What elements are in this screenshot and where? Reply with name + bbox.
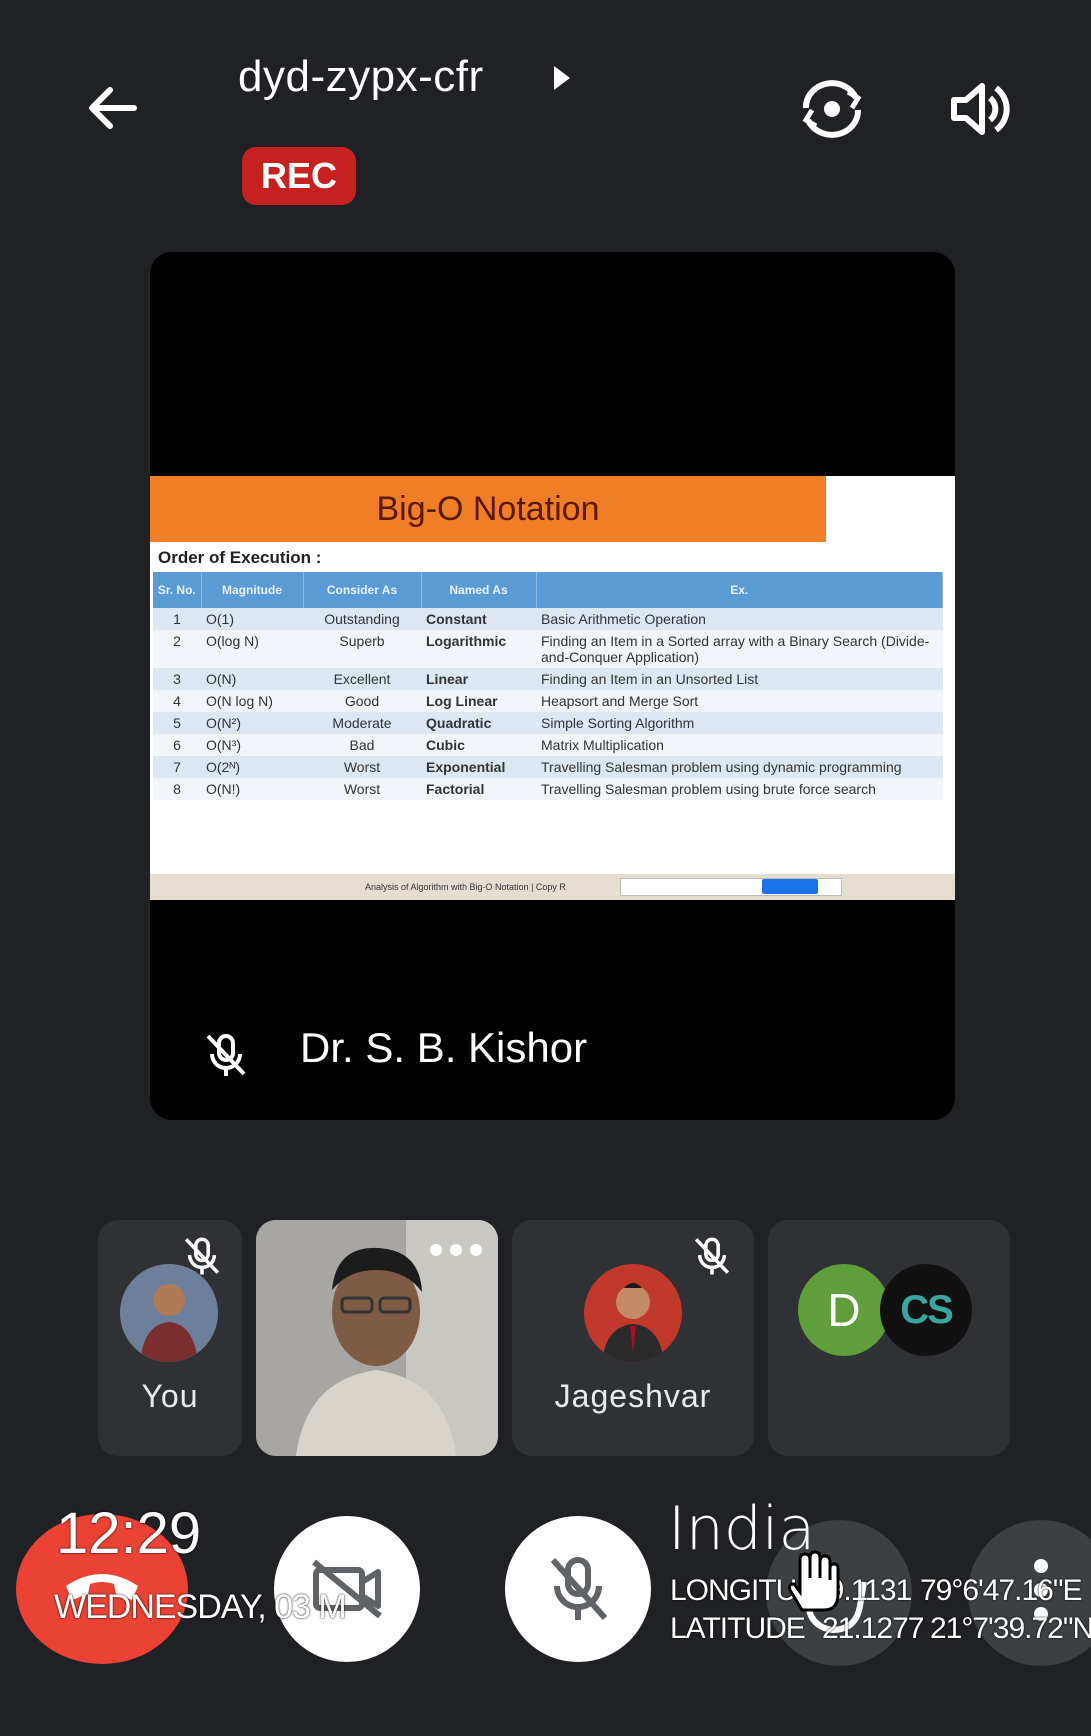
slide-footer-text: Analysis of Algorithm with Big-O Notatio…	[365, 882, 566, 892]
back-arrow-icon[interactable]	[82, 78, 142, 138]
mic-off-icon	[550, 1557, 608, 1621]
presenter-name: Dr. S. B. Kishor	[300, 1024, 588, 1071]
cell: O(N²)	[201, 712, 303, 734]
cell: Finding an Item in a Sorted array with a…	[536, 630, 943, 668]
meeting-code[interactable]: dyd-zypx-cfr	[238, 52, 484, 102]
participant-name: You	[141, 1378, 199, 1414]
cell: Cubic	[421, 734, 536, 756]
cell: Logarithmic	[421, 630, 536, 668]
cell: Worst	[303, 756, 421, 778]
table-row: 2 O(log N) Superb Logarithmic Finding an…	[153, 630, 943, 668]
slide-subtitle: Order of Execution :	[158, 548, 322, 567]
cell: O(N)	[201, 668, 303, 690]
cell: Matrix Multiplication	[536, 734, 943, 756]
cell: Travelling Salesman problem using dynami…	[536, 756, 943, 778]
speaker-icon[interactable]	[948, 80, 1012, 138]
cell: Simple Sorting Algorithm	[536, 712, 943, 734]
play-triangle-icon[interactable]	[548, 60, 576, 96]
avatar	[120, 1264, 218, 1362]
cell: Exponential	[421, 756, 536, 778]
cell: 2	[153, 630, 201, 668]
cell: Factorial	[421, 778, 536, 800]
table-row: 6 O(N³) Bad Cubic Matrix Multiplication	[153, 734, 943, 756]
switch-camera-icon[interactable]	[796, 78, 868, 140]
mic-toggle-button[interactable]	[505, 1516, 651, 1662]
col-sr-no: Sr. No.	[153, 572, 202, 608]
participant-name: Jageshvar	[554, 1378, 712, 1414]
longitude-dms: 79°6'47.16"E	[920, 1574, 1083, 1607]
cell: Constant	[421, 608, 536, 630]
col-consider-as: Consider As	[303, 572, 422, 608]
latitude-dms: 21°7'39.72"N	[930, 1612, 1091, 1645]
cell: 1	[153, 608, 201, 630]
col-magnitude: Magnitude	[201, 572, 304, 608]
cell: 4	[153, 690, 201, 712]
cell: Heapsort and Merge Sort	[536, 690, 943, 712]
cell: 7	[153, 756, 201, 778]
shared-slide: Big-O Notation Order of Execution : Sr. …	[150, 476, 955, 900]
bigo-table: Sr. No. Magnitude Consider As Named As E…	[153, 572, 943, 800]
cell: Travelling Salesman problem using brute …	[536, 778, 943, 800]
cell: O(2ᴺ)	[201, 756, 303, 778]
slide-title: Big-O Notation	[150, 476, 826, 542]
table-row: 8 O(N!) Worst Factorial Travelling Sales…	[153, 778, 943, 800]
cell: Quadratic	[421, 712, 536, 734]
cs-logo-avatar: CS	[880, 1264, 972, 1356]
slide-footer: Analysis of Algorithm with Big-O Notatio…	[150, 874, 955, 900]
cell: O(N³)	[201, 734, 303, 756]
participant-tile-jageshvar[interactable]: Jageshvar	[512, 1220, 754, 1456]
mic-off-icon	[202, 1030, 250, 1080]
cell: Linear	[421, 668, 536, 690]
latitude-label: LATITUDE	[670, 1612, 806, 1645]
cell: 8	[153, 778, 201, 800]
presenter-tile[interactable]: Big-O Notation Order of Execution : Sr. …	[150, 252, 955, 1120]
table-row: 5 O(N²) Moderate Quadratic Simple Sortin…	[153, 712, 943, 734]
cell: Moderate	[303, 712, 421, 734]
participant-video-tile[interactable]	[256, 1220, 498, 1456]
avatar	[584, 1264, 682, 1362]
stop-sharing-button	[762, 879, 818, 894]
table-row: 7 O(2ᴺ) Worst Exponential Travelling Sal…	[153, 756, 943, 778]
cell: Finding an Item in an Unsorted List	[536, 668, 943, 690]
col-named-as: Named As	[421, 572, 537, 608]
cell: O(1)	[201, 608, 303, 630]
overlay-time: 12:29	[56, 1501, 202, 1566]
cell: 3	[153, 668, 201, 690]
cell: O(N!)	[201, 778, 303, 800]
col-example: Ex.	[536, 572, 943, 608]
cell: 5	[153, 712, 201, 734]
overlay-date: WEDNESDAY, 03 M	[54, 1588, 347, 1626]
cell: Good	[303, 690, 421, 712]
table-row: 1 O(1) Outstanding Constant Basic Arithm…	[153, 608, 943, 630]
more-dots-icon[interactable]	[428, 1242, 484, 1258]
participant-tile-you[interactable]: You	[98, 1220, 242, 1456]
cell: Excellent	[303, 668, 421, 690]
cell: Basic Arithmetic Operation	[536, 608, 943, 630]
mic-off-icon	[690, 1234, 734, 1278]
avatar-letter: D	[798, 1264, 890, 1356]
cell: Superb	[303, 630, 421, 668]
cell: Worst	[303, 778, 421, 800]
participant-tile-group[interactable]: D CS	[768, 1220, 1010, 1456]
cell: Outstanding	[303, 608, 421, 630]
recording-badge: REC	[242, 147, 356, 205]
cell: Log Linear	[421, 690, 536, 712]
cell: 6	[153, 734, 201, 756]
cell: Bad	[303, 734, 421, 756]
hand-cursor-icon	[784, 1550, 840, 1614]
latitude-decimal: 21.1277	[822, 1612, 924, 1645]
table-row: 3 O(N) Excellent Linear Finding an Item …	[153, 668, 943, 690]
table-row: 4 O(N log N) Good Log Linear Heapsort an…	[153, 690, 943, 712]
cell: O(log N)	[201, 630, 303, 668]
cell: O(N log N)	[201, 690, 303, 712]
